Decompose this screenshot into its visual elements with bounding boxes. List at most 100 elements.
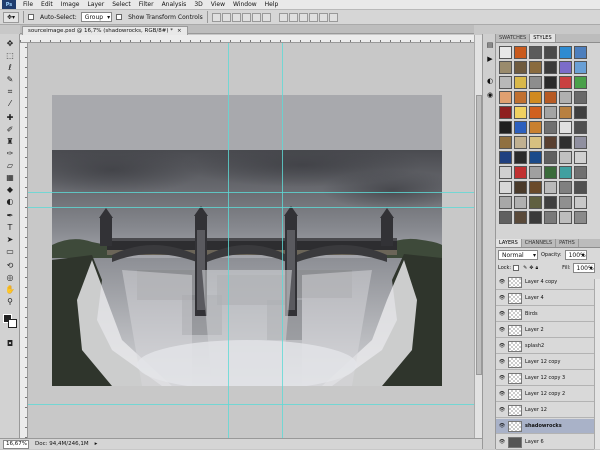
style-swatch[interactable]	[499, 166, 512, 179]
guide-horizontal[interactable]	[28, 404, 474, 405]
align-middle-icon[interactable]	[221, 12, 231, 22]
style-swatch[interactable]	[559, 76, 572, 89]
style-swatch[interactable]	[574, 76, 587, 89]
healing-brush-tool-icon[interactable]: ✚	[4, 112, 16, 123]
blur-tool-icon[interactable]: ◆	[4, 184, 16, 195]
style-swatch[interactable]	[574, 46, 587, 59]
style-swatch[interactable]	[499, 196, 512, 209]
style-swatch[interactable]	[544, 196, 557, 209]
style-swatch[interactable]	[514, 121, 527, 134]
align-top-icon[interactable]	[211, 12, 221, 22]
move-tool-icon[interactable]: ✥	[4, 38, 16, 49]
style-swatch[interactable]	[529, 166, 542, 179]
visibility-eye-icon[interactable]: 👁︎	[498, 438, 506, 446]
style-swatch[interactable]	[574, 196, 587, 209]
style-swatch[interactable]	[514, 211, 527, 224]
style-swatch[interactable]	[514, 46, 527, 59]
document-size-info[interactable]: Doc: 94,4M/246,1M	[35, 441, 89, 447]
tab-paths[interactable]: PATHS	[556, 239, 579, 247]
style-swatch[interactable]	[514, 181, 527, 194]
style-swatch[interactable]	[574, 181, 587, 194]
style-swatch[interactable]	[559, 211, 572, 224]
marquee-tool-icon[interactable]: ⬚	[4, 50, 16, 61]
history-panel-icon[interactable]: ▤	[485, 40, 495, 50]
style-swatch[interactable]	[559, 61, 572, 74]
style-swatch[interactable]	[574, 106, 587, 119]
style-swatch[interactable]	[544, 91, 557, 104]
masks-panel-icon[interactable]: ◉	[485, 90, 495, 100]
guide-vertical[interactable]	[282, 43, 283, 438]
distribute-left-icon[interactable]	[308, 12, 318, 22]
lock-pixels-icon[interactable]: ✎	[523, 265, 527, 271]
style-swatch[interactable]	[499, 136, 512, 149]
style-swatch[interactable]	[574, 91, 587, 104]
layers-scrollbar[interactable]	[594, 279, 600, 449]
style-swatch[interactable]	[544, 211, 557, 224]
type-tool-icon[interactable]: T	[4, 222, 16, 233]
show-transform-checkbox[interactable]	[116, 14, 123, 20]
style-swatch[interactable]	[529, 211, 542, 224]
style-swatch[interactable]	[514, 91, 527, 104]
style-swatch[interactable]	[529, 46, 542, 59]
style-swatch[interactable]	[529, 196, 542, 209]
layer-row[interactable]: 👁︎ Layer 12 copy 2	[496, 387, 594, 402]
visibility-eye-icon[interactable]: 👁︎	[498, 390, 506, 398]
tab-styles[interactable]: STYLES	[530, 34, 556, 42]
zoom-level-field[interactable]: 16,67%	[3, 439, 29, 449]
menu-window[interactable]: Window	[229, 0, 261, 9]
visibility-eye-icon[interactable]: 👁︎	[498, 374, 506, 382]
close-icon[interactable]: ×	[177, 27, 182, 35]
style-swatch[interactable]	[544, 136, 557, 149]
menu-filter[interactable]: Filter	[135, 0, 158, 9]
background-color-swatch[interactable]	[8, 319, 17, 328]
guide-horizontal[interactable]	[28, 207, 474, 208]
ruler-vertical[interactable]	[20, 43, 28, 438]
tab-swatches[interactable]: SWATCHES	[496, 34, 531, 42]
style-swatch[interactable]	[529, 136, 542, 149]
3d-rotate-tool-icon[interactable]: ⟲	[4, 260, 16, 271]
dodge-tool-icon[interactable]: ◐	[4, 196, 16, 207]
pen-tool-icon[interactable]: ✒	[4, 210, 16, 221]
layer-row[interactable]: 👁︎ Layer 4	[496, 291, 594, 306]
blend-mode-dropdown[interactable]: Normal	[498, 250, 538, 260]
document-tab[interactable]: sourceimage.psd @ 16,7% (shadowrocks, RG…	[22, 26, 188, 35]
style-swatch[interactable]	[544, 61, 557, 74]
style-swatch[interactable]	[574, 166, 587, 179]
guide-vertical[interactable]	[228, 43, 229, 438]
style-swatch[interactable]	[529, 151, 542, 164]
document-canvas-image[interactable]	[52, 150, 442, 386]
lock-transparent-icon[interactable]	[513, 265, 520, 271]
visibility-eye-icon[interactable]: 👁︎	[498, 326, 506, 334]
style-swatch[interactable]	[544, 106, 557, 119]
style-swatch[interactable]	[544, 121, 557, 134]
menu-image[interactable]: Image	[57, 0, 84, 9]
ruler-horizontal[interactable]	[20, 35, 474, 43]
style-swatch[interactable]	[559, 46, 572, 59]
style-swatch[interactable]	[499, 61, 512, 74]
distribute-right-icon[interactable]	[328, 12, 338, 22]
style-swatch[interactable]	[574, 151, 587, 164]
menu-select[interactable]: Select	[108, 0, 135, 9]
visibility-eye-icon[interactable]: 👁︎	[498, 278, 506, 286]
status-arrow-icon[interactable]: ▸	[95, 441, 98, 447]
style-swatch[interactable]	[529, 91, 542, 104]
style-swatch[interactable]	[499, 91, 512, 104]
style-swatch[interactable]	[559, 151, 572, 164]
visibility-eye-icon[interactable]: 👁︎	[498, 310, 506, 318]
eraser-tool-icon[interactable]: ▱	[4, 160, 16, 171]
style-swatch[interactable]	[544, 166, 557, 179]
layer-row[interactable]: 👁︎ Layer 12	[496, 403, 594, 418]
style-swatch[interactable]	[514, 106, 527, 119]
layer-row[interactable]: 👁︎ Layer 12 copy 3	[496, 371, 594, 386]
shape-tool-icon[interactable]: ▭	[4, 246, 16, 257]
style-swatch[interactable]	[544, 181, 557, 194]
style-swatch[interactable]	[559, 196, 572, 209]
style-swatch[interactable]	[514, 151, 527, 164]
align-bottom-icon[interactable]	[231, 12, 241, 22]
style-swatch[interactable]	[529, 76, 542, 89]
style-swatch[interactable]	[499, 181, 512, 194]
distribute-middle-icon[interactable]	[288, 12, 298, 22]
menu-file[interactable]: File	[19, 0, 37, 9]
style-swatch[interactable]	[499, 46, 512, 59]
style-swatch[interactable]	[514, 76, 527, 89]
